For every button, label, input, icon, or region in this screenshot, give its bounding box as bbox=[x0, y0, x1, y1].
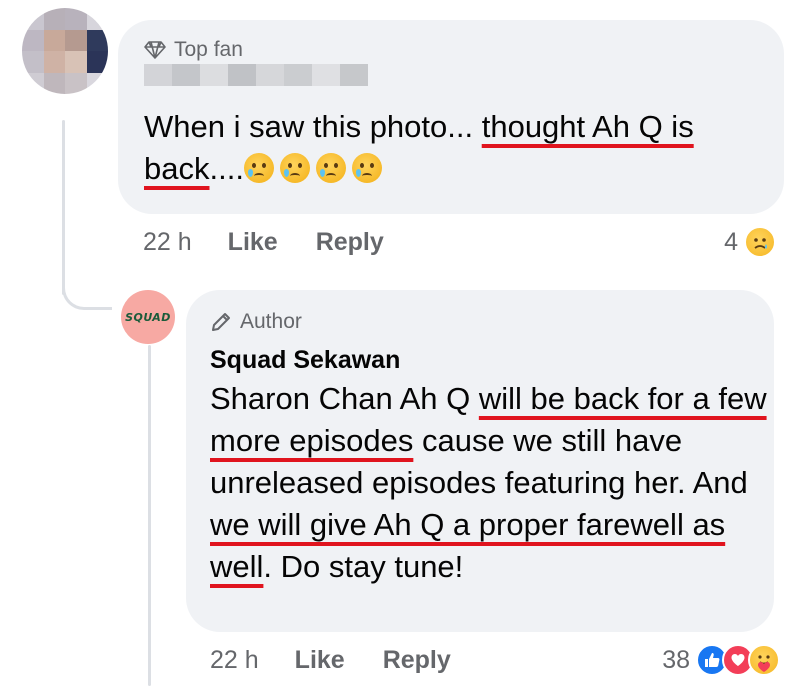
badge-label: Author bbox=[240, 310, 302, 333]
author-badge: Author bbox=[210, 310, 302, 334]
comment-timestamp[interactable]: 22 h bbox=[143, 228, 192, 257]
comment-text: When i saw this photo... thought Ah Q is… bbox=[144, 109, 694, 186]
author-avatar[interactable]: SQUAD bbox=[121, 290, 175, 344]
reply-button[interactable]: Reply bbox=[383, 646, 451, 675]
squad-logo: SQUAD bbox=[125, 310, 171, 324]
sad-reaction-icon bbox=[744, 226, 776, 258]
commenter-name-redacted[interactable] bbox=[144, 64, 368, 86]
reaction-count: 4 bbox=[724, 227, 738, 256]
author-name[interactable]: Squad Sekawan bbox=[210, 346, 400, 375]
reply-button[interactable]: Reply bbox=[316, 228, 384, 257]
reply-bubble: Author Squad Sekawan Sharon Chan Ah Q wi… bbox=[186, 290, 774, 632]
badge-label: Top fan bbox=[174, 38, 243, 61]
top-fan-badge: Top fan bbox=[144, 38, 243, 62]
reply-text: Sharon Chan Ah Q will be back for a few … bbox=[210, 381, 767, 584]
crying-face-emoji bbox=[351, 153, 382, 183]
thread-connector bbox=[62, 250, 112, 310]
like-button[interactable]: Like bbox=[228, 228, 278, 257]
diamond-icon bbox=[144, 41, 166, 59]
reply-timestamp[interactable]: 22 h bbox=[210, 646, 259, 675]
crying-face-emoji bbox=[279, 153, 310, 183]
commenter-avatar[interactable] bbox=[22, 8, 108, 94]
reply-thread-line bbox=[148, 345, 151, 686]
like-button[interactable]: Like bbox=[295, 646, 345, 675]
comment-bubble: Top fan When i saw this photo... thought… bbox=[118, 20, 784, 214]
pencil-icon bbox=[212, 313, 230, 331]
crying-face-emoji bbox=[243, 153, 274, 183]
comment-actions: 22 h Like Reply bbox=[143, 228, 384, 257]
care-reaction-icon bbox=[748, 644, 780, 676]
reaction-summary[interactable]: 38 bbox=[662, 644, 780, 676]
reply-actions: 22 h Like Reply bbox=[210, 646, 451, 675]
reaction-summary[interactable]: 4 bbox=[724, 226, 776, 258]
reaction-count: 38 bbox=[662, 645, 690, 674]
crying-face-emoji bbox=[315, 153, 346, 183]
